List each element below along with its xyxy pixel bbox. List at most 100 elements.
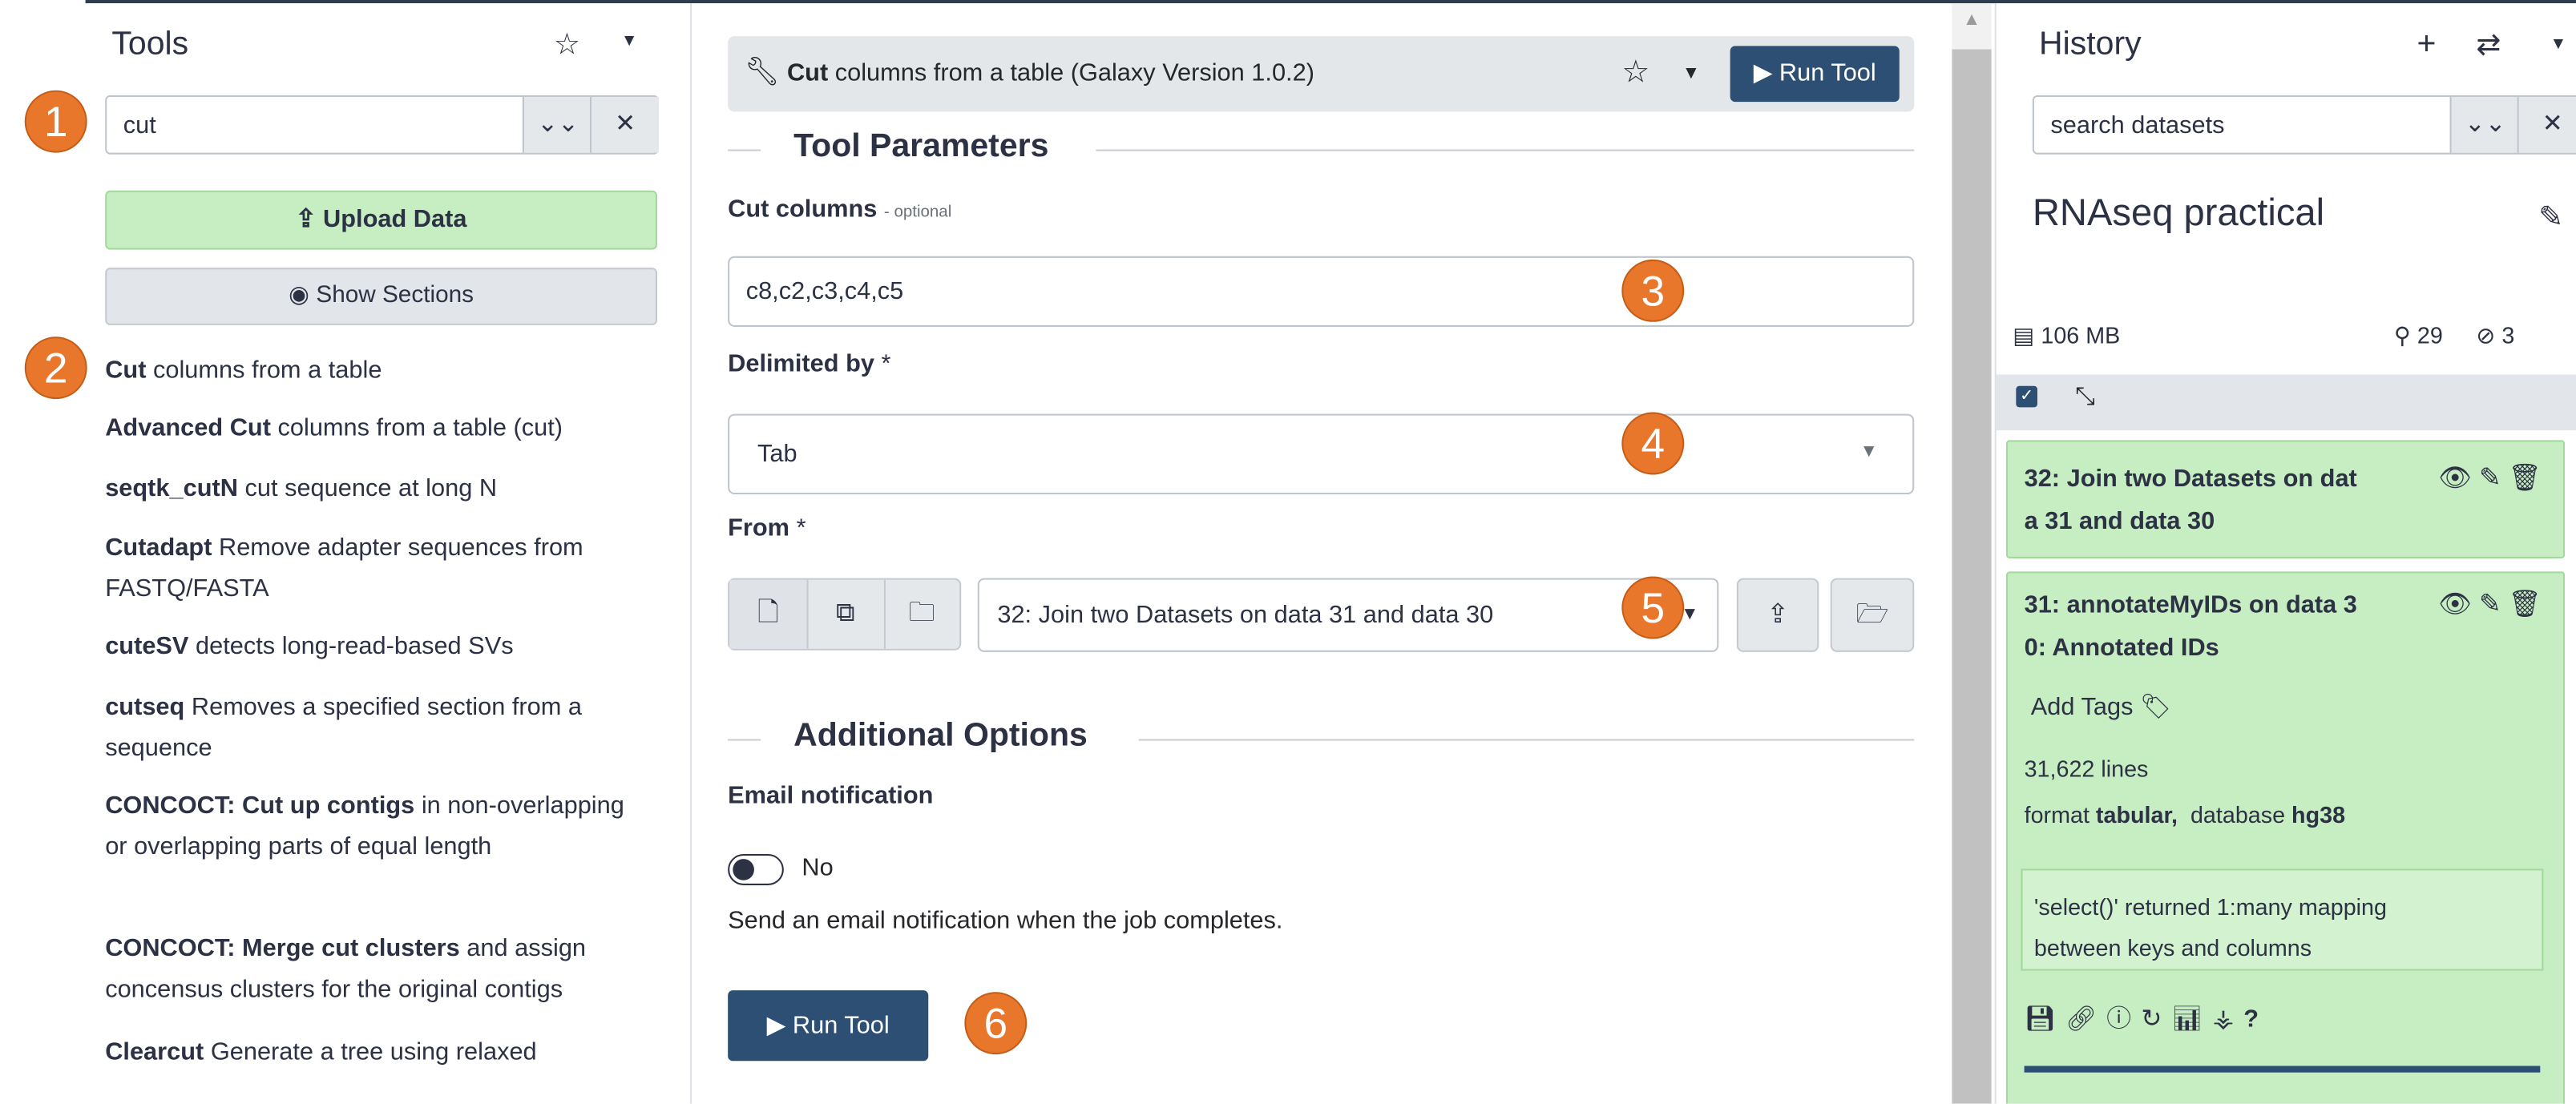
run-tool-button-bottom[interactable]: ▶ Run Tool — [728, 990, 929, 1062]
tool-item-cut[interactable]: Cut columns from a table — [105, 350, 664, 391]
multiple-datasets-button[interactable]: ⧉ — [807, 579, 886, 649]
tool-search-field[interactable]: cut ⌄⌄ ✕ — [105, 95, 660, 155]
tool-form-header: 🔧︎ Cut columns from a table (Galaxy Vers… — [728, 36, 1915, 112]
dataset-info-box: 'select()' returned 1:many mapping betwee… — [2021, 868, 2544, 971]
add-tags-button[interactable]: Add Tags 🏷︎ — [2031, 691, 2171, 721]
history-panel: History + ⇄ ▾ search datasets ⌄⌄ ✕ RNAse… — [1994, 3, 2576, 1104]
create-history-plus-icon[interactable]: + — [2417, 26, 2437, 64]
trash-icon[interactable]: 🗑︎ — [2509, 591, 2542, 619]
history-search-field[interactable]: search datasets ⌄⌄ ✕ — [2032, 95, 2576, 155]
shown-count[interactable]: ⚲ 29 — [2394, 322, 2443, 350]
help-icon[interactable]: ? — [2243, 1005, 2268, 1033]
favorite-star-icon[interactable]: ☆ — [554, 28, 580, 62]
email-notification-label: Email notification — [728, 781, 934, 810]
scrollbar-thumb[interactable] — [1952, 49, 1992, 1104]
collapse-icon[interactable]: ⤡ — [2075, 383, 2095, 411]
tool-item-concoct-cut-up-contigs[interactable]: CONCOCT: Cut up contigs in non-overlappi… — [105, 785, 631, 868]
history-name[interactable]: RNAseq practical — [2033, 191, 2324, 235]
tool-parameters-title: Tool Parameters — [793, 127, 1049, 164]
history-item-title: 31: annotateMyIDs on data 3 0: Annotated … — [2024, 591, 2357, 663]
from-dataset-value: 32: Join two Datasets on data 31 and dat… — [997, 601, 1494, 630]
line-count: 31,622 lines — [2024, 755, 2149, 782]
from-dataset-select[interactable]: 32: Join two Datasets on data 31 and dat… — [977, 578, 1719, 652]
dataset-collection-button[interactable]: 🗀︎ — [884, 580, 959, 649]
upload-dataset-button[interactable]: ⇪ — [1736, 578, 1819, 652]
history-menu-caret-icon[interactable]: ▾ — [2554, 31, 2563, 54]
hidden-count[interactable]: ⊘ 3 — [2476, 322, 2514, 350]
tool-item-cutesv[interactable]: cuteSV detects long-read-based SVs — [105, 626, 664, 667]
tags-icon: 🏷︎ — [2140, 693, 2172, 721]
delimited-by-select[interactable]: Tab ▼ — [728, 413, 1915, 495]
trash-icon[interactable]: 🗑︎ — [2509, 465, 2542, 493]
tool-title: Cut columns from a table (Galaxy Version… — [786, 58, 1314, 87]
tool-search-input[interactable]: cut — [123, 111, 156, 139]
cut-columns-label: Cut columns - optional — [728, 195, 952, 224]
tool-item-cutseq[interactable]: cutseq Removes a specified section from … — [105, 687, 656, 769]
link-icon[interactable]: 🔗︎ — [2065, 1005, 2106, 1033]
folder-icon: 🗀︎ — [908, 599, 935, 628]
history-search-input[interactable]: search datasets — [2050, 111, 2224, 139]
favorite-star-icon[interactable]: ☆ — [1621, 54, 1649, 92]
edit-pencil-icon[interactable]: ✎ — [2538, 200, 2563, 235]
scroll-up-arrow-icon[interactable]: ▲ — [1952, 10, 1991, 30]
annotation-marker-2: 2 — [24, 336, 87, 400]
info-icon[interactable]: ⓘ — [2106, 1005, 2141, 1033]
rerun-icon[interactable]: ↻ — [2141, 1005, 2171, 1033]
tool-options-caret-icon[interactable]: ▾ — [1686, 59, 1696, 86]
advanced-search-toggle-button[interactable]: ⌄⌄ — [522, 96, 592, 153]
history-clear-search-button[interactable]: ✕ — [2517, 96, 2576, 153]
visualize-chart-icon[interactable]: 📊︎ — [2171, 1005, 2212, 1033]
annotation-marker-4: 4 — [1621, 412, 1685, 475]
history-title: History — [2039, 26, 2142, 62]
history-selection-bar: ✓ ⤡ — [1996, 374, 2576, 431]
clear-search-button[interactable]: ✕ — [589, 96, 660, 153]
additional-options-title: Additional Options — [793, 717, 1088, 754]
show-sections-button[interactable]: ◉ Show Sections — [105, 268, 657, 325]
tool-panel-title: Tools — [111, 26, 189, 62]
show-sections-label: Show Sections — [316, 282, 474, 309]
double-chevron-down-icon: ⌄⌄ — [537, 110, 579, 139]
tool-item-clearcut[interactable]: Clearcut Generate a tree using relaxed — [105, 1031, 664, 1072]
switch-history-icon[interactable]: ⇄ — [2476, 28, 2501, 62]
tool-item-advanced-cut[interactable]: Advanced Cut columns from a table (cut) — [105, 407, 664, 448]
annotation-marker-5: 5 — [1621, 576, 1685, 639]
annotation-marker-6: 6 — [964, 992, 1028, 1055]
sitemap-icon[interactable]: ⚶ — [2213, 1005, 2243, 1033]
edit-pencil-icon[interactable]: ✎ — [2479, 465, 2501, 493]
cut-columns-input[interactable]: c8,c2,c3,c4,c5 — [728, 256, 1915, 327]
dataset-peek-bar — [2024, 1066, 2541, 1073]
email-notification-toggle[interactable] — [728, 854, 784, 885]
close-icon: ✕ — [615, 110, 636, 139]
annotation-marker-1: 1 — [24, 90, 87, 153]
section-rule — [1138, 739, 1915, 741]
history-item-31[interactable]: 31: annotateMyIDs on data 3 0: Annotated … — [2006, 571, 2566, 1104]
tool-item-concoct-merge-cut-clusters[interactable]: CONCOCT: Merge cut clusters and assign c… — [105, 928, 664, 1010]
run-tool-button-top[interactable]: ▶ Run Tool — [1730, 46, 1900, 103]
panel-menu-caret-icon[interactable]: ▾ — [624, 28, 634, 51]
center-scrollbar[interactable]: ▲ — [1952, 3, 1992, 1104]
files-icon: ⧉ — [836, 599, 855, 628]
history-advanced-search-button[interactable]: ⌄⌄ — [2449, 96, 2519, 153]
play-icon: ▶ — [766, 1011, 786, 1040]
tool-item-cutadapt[interactable]: Cutadapt Remove adapter sequences from F… — [105, 527, 656, 610]
history-item-title: 32: Join two Datasets on dat a 31 and dat… — [2024, 465, 2357, 536]
edit-pencil-icon[interactable]: ✎ — [2479, 591, 2501, 619]
save-icon[interactable]: 💾︎ — [2025, 1005, 2065, 1033]
browse-datasets-button[interactable]: 🗁︎ — [1830, 578, 1915, 652]
dataset-info-text: 'select()' returned 1:many mapping betwee… — [2033, 893, 2387, 961]
toggle-knob — [733, 859, 754, 880]
eye-icon[interactable]: 👁︎ — [2438, 465, 2472, 493]
select-all-checkbox-icon[interactable]: ✓ — [2016, 385, 2037, 408]
history-item-32[interactable]: 32: Join two Datasets on dat a 31 and dat… — [2006, 440, 2566, 558]
tool-panel: Tools ☆ ▾ cut ⌄⌄ ✕ ⇪ Upload Data ◉ Show … — [88, 3, 692, 1104]
email-help-text: Send an email notification when the job … — [728, 906, 1283, 935]
double-chevron-down-icon: ⌄⌄ — [2464, 110, 2506, 139]
cut-columns-value: c8,c2,c3,c4,c5 — [745, 277, 904, 306]
upload-data-button[interactable]: ⇪ Upload Data — [105, 190, 657, 250]
chevron-down-icon: ▼ — [1859, 441, 1878, 462]
single-dataset-button[interactable]: 🗋︎ — [729, 579, 809, 649]
eye-icon[interactable]: 👁︎ — [2438, 591, 2472, 619]
tool-item-seqtk-cutn[interactable]: seqtk_cutN cut sequence at long N — [105, 468, 664, 509]
close-icon: ✕ — [2542, 110, 2563, 139]
history-size[interactable]: ▤ 106 MB — [2013, 322, 2120, 350]
